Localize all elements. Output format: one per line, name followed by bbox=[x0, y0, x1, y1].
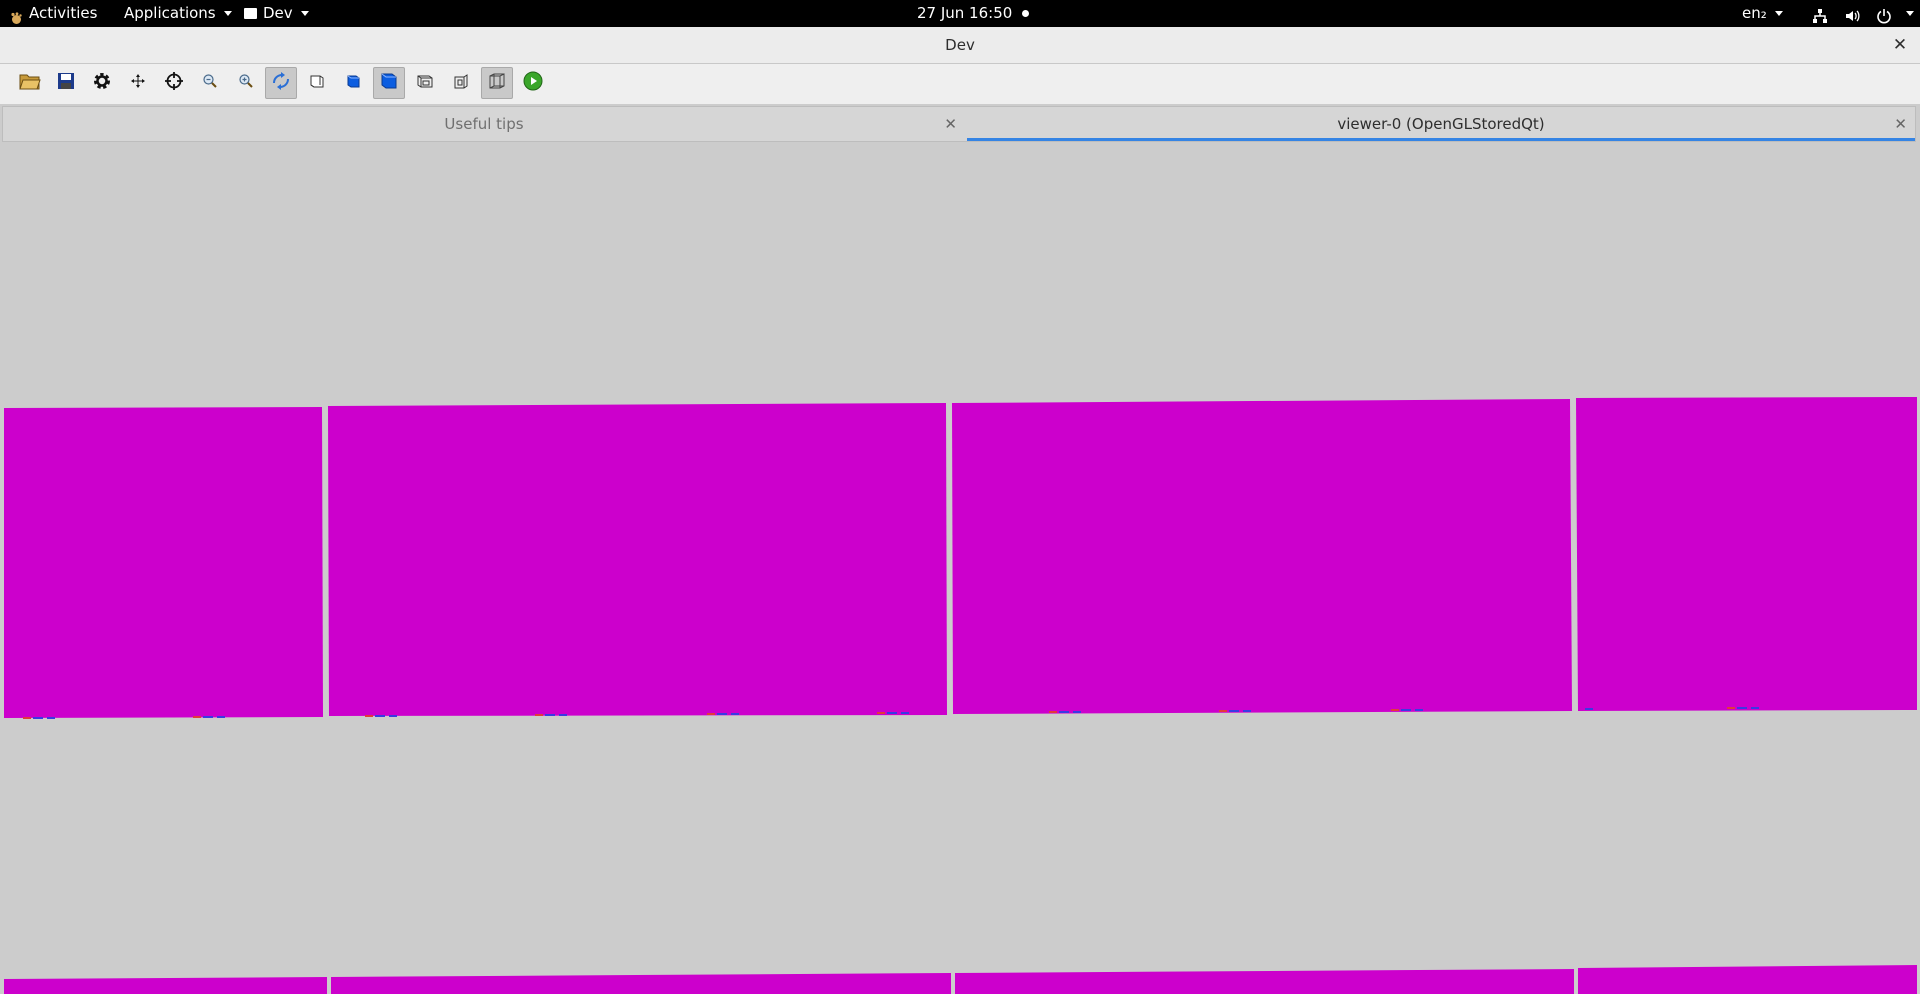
chevron-down-icon bbox=[1906, 11, 1914, 16]
volume-icon bbox=[1844, 6, 1860, 22]
opengl-viewer[interactable] bbox=[3, 144, 1917, 994]
tab-label: Useful tips bbox=[444, 115, 524, 133]
toolbar bbox=[0, 64, 1920, 104]
close-tab-button[interactable]: ✕ bbox=[1894, 107, 1907, 141]
power-icon bbox=[1876, 6, 1892, 23]
tile bbox=[4, 407, 323, 718]
tile bbox=[955, 969, 1574, 994]
settings-icon bbox=[92, 71, 112, 95]
solid-surface-selected-button[interactable] bbox=[373, 67, 405, 99]
window-titlebar: Dev ✕ bbox=[0, 27, 1920, 64]
chevron-down-icon bbox=[1774, 11, 1783, 16]
activities-label: Activities bbox=[29, 4, 98, 22]
perspective-icon bbox=[416, 72, 434, 94]
solid-surface-icon bbox=[344, 72, 362, 94]
open-icon bbox=[19, 71, 41, 95]
app-window-icon bbox=[244, 8, 257, 19]
move-icon bbox=[130, 73, 146, 93]
tab-useful-tips[interactable]: Useful tips ✕ bbox=[3, 107, 965, 141]
tile bbox=[328, 403, 947, 716]
wireframe-button[interactable] bbox=[481, 67, 513, 99]
tab-label: viewer-0 (OpenGLStoredQt) bbox=[1337, 115, 1545, 133]
tab-bar: Useful tips ✕ viewer-0 (OpenGLStoredQt) … bbox=[2, 106, 1916, 142]
save-button[interactable] bbox=[50, 67, 82, 99]
close-window-button[interactable]: ✕ bbox=[1890, 27, 1910, 63]
app-menu-label: Dev bbox=[263, 4, 293, 22]
zoom-in-button[interactable] bbox=[230, 67, 262, 99]
activities-button[interactable]: Activities bbox=[10, 0, 97, 27]
tile bbox=[952, 399, 1572, 714]
hidden-line-icon bbox=[308, 72, 326, 94]
zoom-out-button[interactable] bbox=[194, 67, 226, 99]
keyboard-layout-label: en₂ bbox=[1742, 4, 1767, 22]
rotate-button[interactable] bbox=[265, 67, 297, 99]
solid-surface-button[interactable] bbox=[337, 67, 369, 99]
gnome-foot-icon bbox=[10, 7, 23, 24]
move-button[interactable] bbox=[122, 67, 154, 99]
tile bbox=[331, 973, 951, 994]
system-menu[interactable] bbox=[1812, 0, 1914, 27]
applications-menu[interactable]: Applications bbox=[124, 0, 232, 27]
zoom-out-icon bbox=[202, 73, 218, 93]
zoom-in-icon bbox=[238, 73, 254, 93]
network-icon bbox=[1812, 6, 1828, 23]
chevron-down-icon bbox=[300, 11, 309, 16]
tab-viewer-0[interactable]: viewer-0 (OpenGLStoredQt) ✕ bbox=[967, 107, 1915, 141]
run-icon bbox=[523, 71, 543, 95]
pick-target-button[interactable] bbox=[158, 67, 190, 99]
solid-surface-selected-icon bbox=[379, 71, 399, 95]
settings-button[interactable] bbox=[86, 67, 118, 99]
perspective-button[interactable] bbox=[409, 67, 441, 99]
top-bar: Activities Applications Dev 27 Jun 16:50… bbox=[0, 0, 1920, 27]
rotate-icon bbox=[271, 71, 291, 95]
ortho-button[interactable] bbox=[445, 67, 477, 99]
pick-target-icon bbox=[164, 71, 184, 95]
hidden-line-button[interactable] bbox=[301, 67, 333, 99]
tile bbox=[1576, 397, 1917, 711]
ortho-icon bbox=[452, 72, 470, 94]
open-button[interactable] bbox=[14, 67, 46, 99]
tile bbox=[1578, 965, 1917, 994]
tile bbox=[4, 977, 327, 994]
wireframe-icon bbox=[487, 71, 507, 95]
close-tab-button[interactable]: ✕ bbox=[944, 107, 957, 141]
save-icon bbox=[57, 72, 75, 94]
clock-label: 27 Jun 16:50 bbox=[917, 4, 1013, 22]
chevron-down-icon bbox=[223, 11, 232, 16]
applications-label: Applications bbox=[124, 4, 216, 22]
window-title: Dev bbox=[945, 36, 975, 54]
run-button[interactable] bbox=[517, 67, 549, 99]
notification-dot-icon bbox=[1022, 10, 1030, 17]
clock-button[interactable]: 27 Jun 16:50 bbox=[917, 0, 1030, 27]
app-menu[interactable]: Dev bbox=[244, 0, 309, 27]
viewer-scene bbox=[4, 397, 1917, 994]
keyboard-layout-menu[interactable]: en₂ bbox=[1742, 0, 1783, 27]
